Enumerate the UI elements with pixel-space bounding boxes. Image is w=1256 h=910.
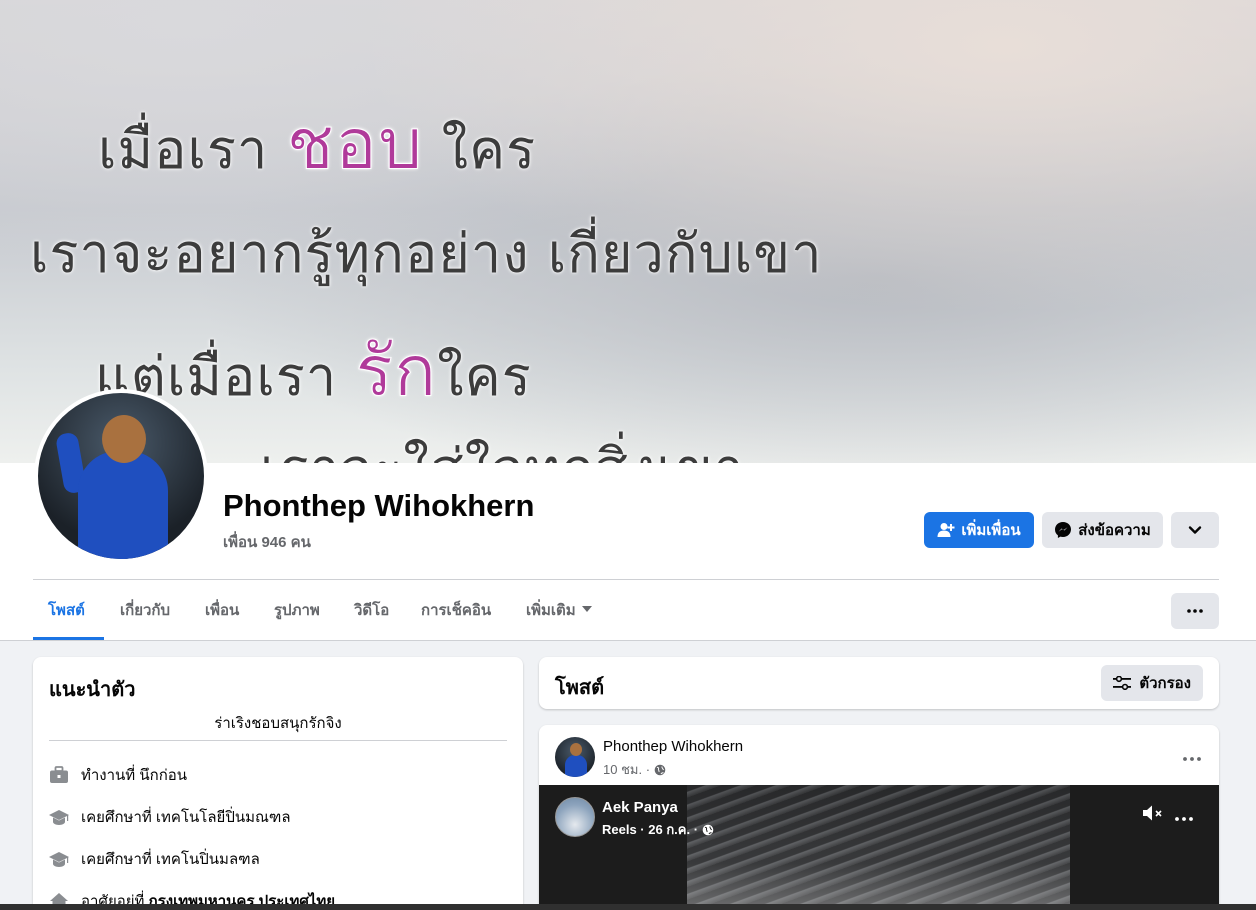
mute-toggle-button[interactable] xyxy=(1142,804,1164,827)
more-horizontal-icon xyxy=(1175,817,1193,821)
graduation-cap-icon xyxy=(49,849,69,869)
add-friend-label: เพิ่มเพื่อน xyxy=(961,522,1021,539)
filter-label: ตัวกรอง xyxy=(1139,675,1191,692)
tab-friends[interactable]: เพื่อน xyxy=(205,598,239,624)
tab-divider xyxy=(33,579,1219,580)
tab-posts[interactable]: โพสต์ xyxy=(48,598,85,624)
avatar-figure-head xyxy=(102,415,146,463)
globe-icon xyxy=(702,824,714,836)
post-options-button[interactable] xyxy=(1183,745,1201,766)
filter-sliders-icon xyxy=(1113,676,1132,690)
reel-meta: Reels · 26 ก.ค. · xyxy=(602,819,714,840)
posts-title: โพสต์ xyxy=(555,677,605,699)
intro-card: แนะนำตัว ร่าเริงชอบสนุกรักจิง ทำงานที่ น… xyxy=(33,657,523,910)
message-button[interactable]: ส่งข้อความ xyxy=(1042,512,1163,548)
intro-item-work: ทำงานที่ นึกก่อน xyxy=(49,763,187,787)
tab-videos[interactable]: วิดีโอ xyxy=(354,598,389,624)
more-horizontal-icon xyxy=(1187,609,1203,613)
caret-down-icon xyxy=(581,594,592,624)
shared-reel[interactable]: Aek Panya Reels · 26 ก.ค. · xyxy=(539,785,1219,910)
intro-item-education: เคยศึกษาที่ เทคโนโลยีปิ่นมณฑล xyxy=(49,805,291,829)
tab-photos[interactable]: รูปภาพ xyxy=(274,598,320,624)
reel-meta-text: Reels · 26 ก.ค. · xyxy=(602,822,699,837)
intro-item-education-text: เคยศึกษาที่ เทคโนโลยีปิ่นมณฑล xyxy=(81,809,291,826)
post-author-avatar[interactable] xyxy=(555,737,595,777)
avatar-figure-body xyxy=(78,451,168,559)
reel-options-button[interactable] xyxy=(1175,805,1193,826)
post-time[interactable]: 10 ชม. · xyxy=(603,759,650,780)
cover-text-line: เราจะใส่ใจทุกสิ่งเขา xyxy=(260,425,745,463)
intro-item-work-text: ทำงานที่ นึกก่อน xyxy=(81,767,188,784)
post-author-name[interactable]: Phonthep Wihokhern xyxy=(603,738,743,755)
intro-bio: ร่าเริงชอบสนุกรักจิง xyxy=(214,715,342,732)
briefcase-icon xyxy=(49,765,69,785)
add-friend-button[interactable]: เพิ่มเพื่อน xyxy=(924,512,1034,548)
message-label: ส่งข้อความ xyxy=(1078,522,1151,539)
more-horizontal-icon xyxy=(1183,757,1201,761)
tab-more-label: เพิ่มเติม xyxy=(526,602,576,619)
intro-item-education-text: เคยศึกษาที่ เทคโนปิ่นมลฑล xyxy=(81,851,260,868)
add-friend-icon xyxy=(937,522,955,538)
avatar-figure-body xyxy=(565,755,587,777)
graduation-cap-icon xyxy=(49,807,69,827)
reel-video-frame[interactable] xyxy=(687,785,1070,910)
filter-button[interactable]: ตัวกรอง xyxy=(1101,665,1203,701)
reel-author-avatar[interactable] xyxy=(555,797,595,837)
cover-text-line: เมื่อเรา ชอบ ใคร xyxy=(98,103,537,186)
cover-text-line: เราจะอยากรู้ทุกอย่าง เกี่ยวกับเขา xyxy=(30,222,823,285)
tabs-more-options-button[interactable] xyxy=(1171,593,1219,629)
profile-avatar[interactable] xyxy=(34,389,208,563)
window-bottom-edge xyxy=(0,904,1256,910)
tab-about[interactable]: เกี่ยวกับ xyxy=(120,598,170,624)
cover-photo[interactable]: เมื่อเรา ชอบ ใคร เราจะอยากรู้ทุกอย่าง เก… xyxy=(0,0,1256,463)
globe-icon xyxy=(654,764,666,776)
tab-more[interactable]: เพิ่มเติม xyxy=(526,598,592,624)
speaker-muted-icon xyxy=(1143,805,1162,821)
intro-title: แนะนำตัว xyxy=(49,679,136,701)
intro-item-education: เคยศึกษาที่ เทคโนปิ่นมลฑล xyxy=(49,847,260,871)
reel-author-name[interactable]: Aek Panya xyxy=(602,799,678,816)
post-card: Phonthep Wihokhern 10 ชม. · Aek Panya Re… xyxy=(539,725,1219,910)
friends-count[interactable]: เพื่อน 946 คน xyxy=(223,530,311,554)
messenger-icon xyxy=(1054,521,1072,539)
tab-checkins[interactable]: การเช็คอิน xyxy=(421,598,491,624)
posts-header-card: โพสต์ ตัวกรอง xyxy=(539,657,1219,709)
post-meta: 10 ชม. · xyxy=(603,759,666,780)
profile-dropdown-button[interactable] xyxy=(1171,512,1219,548)
avatar-figure-head xyxy=(570,743,582,756)
chevron-down-icon xyxy=(1188,525,1202,535)
active-tab-indicator xyxy=(33,637,104,640)
intro-divider xyxy=(49,740,507,741)
profile-name: Phonthep Wihokhern xyxy=(223,488,535,523)
